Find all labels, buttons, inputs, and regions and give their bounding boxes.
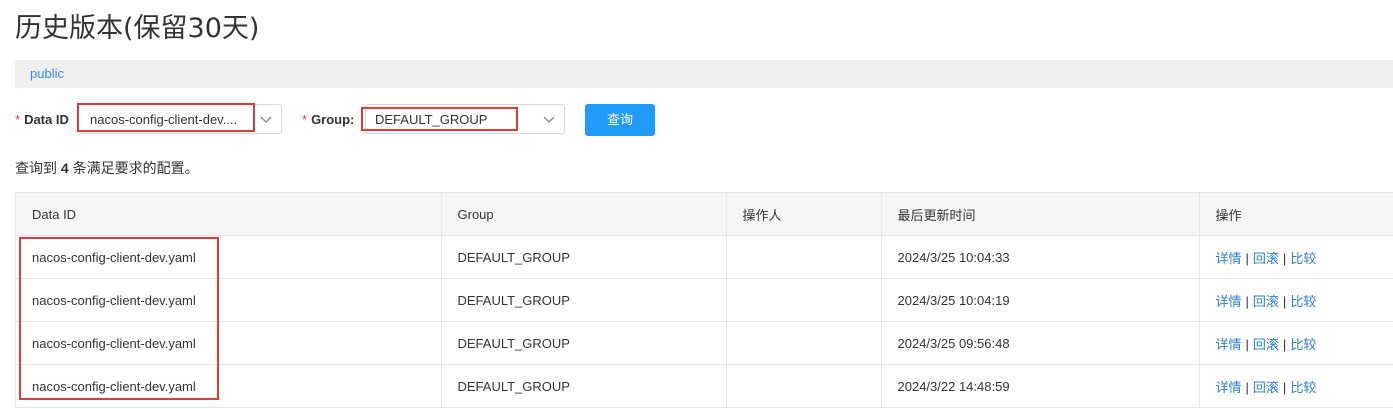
data-id-select[interactable]: nacos-config-client-dev.... bbox=[77, 104, 282, 134]
details-link[interactable]: 详情 bbox=[1216, 251, 1242, 266]
group-value: DEFAULT_GROUP bbox=[375, 112, 488, 127]
cell-group: DEFAULT_GROUP bbox=[441, 278, 727, 322]
details-link[interactable]: 详情 bbox=[1216, 337, 1242, 352]
separator: | bbox=[1282, 379, 1287, 395]
result-suffix: 条满足要求的配置。 bbox=[72, 160, 199, 176]
cell-updated: 2024/3/25 10:04:33 bbox=[881, 235, 1200, 279]
chevron-down-icon bbox=[260, 116, 272, 123]
group-select[interactable]: DEFAULT_GROUP bbox=[365, 104, 565, 134]
rollback-link[interactable]: 回滚 bbox=[1253, 380, 1279, 395]
cell-group: DEFAULT_GROUP bbox=[441, 235, 727, 279]
column-header-group: Group bbox=[441, 193, 727, 236]
namespace-bar: public bbox=[15, 60, 1393, 88]
cell-updated: 2024/3/25 09:56:48 bbox=[881, 321, 1200, 365]
query-button[interactable]: 查询 bbox=[585, 104, 655, 136]
separator: | bbox=[1245, 250, 1249, 266]
cell-operator bbox=[726, 321, 882, 365]
group-label: * Group: bbox=[302, 112, 354, 127]
compare-link[interactable]: 比较 bbox=[1290, 251, 1316, 266]
separator: | bbox=[1245, 336, 1249, 352]
separator: | bbox=[1282, 250, 1287, 266]
chevron-down-icon bbox=[543, 116, 555, 123]
cell-group: DEFAULT_GROUP bbox=[441, 321, 727, 365]
column-header-data-id: Data ID bbox=[16, 193, 442, 236]
details-link[interactable]: 详情 bbox=[1216, 294, 1242, 309]
data-id-label: * Data ID bbox=[15, 112, 69, 127]
rollback-link[interactable]: 回滚 bbox=[1253, 251, 1279, 266]
result-count: 4 bbox=[60, 160, 69, 176]
cell-actions: 详情 | 回滚 | 比较 bbox=[1199, 278, 1393, 322]
separator: | bbox=[1282, 293, 1287, 309]
data-id-label-text: Data ID bbox=[24, 112, 69, 127]
page-title: 历史版本(保留30天) bbox=[15, 13, 260, 44]
table-row: nacos-config-client-dev.yaml DEFAULT_GRO… bbox=[16, 364, 1393, 408]
compare-link[interactable]: 比较 bbox=[1290, 337, 1316, 352]
cell-actions: 详情 | 回滚 | 比较 bbox=[1199, 235, 1393, 279]
cell-updated: 2024/3/25 10:04:19 bbox=[881, 278, 1200, 322]
details-link[interactable]: 详情 bbox=[1216, 380, 1242, 395]
result-summary: 查询到 4 条满足要求的配置。 bbox=[15, 158, 199, 178]
column-header-actions: 操作 bbox=[1199, 193, 1393, 236]
separator: | bbox=[1282, 336, 1287, 352]
cell-actions: 详情 | 回滚 | 比较 bbox=[1199, 364, 1393, 408]
table-header-row: Data ID Group 操作人 最后更新时间 操作 bbox=[16, 193, 1393, 236]
compare-link[interactable]: 比较 bbox=[1290, 294, 1316, 309]
compare-link[interactable]: 比较 bbox=[1290, 380, 1316, 395]
namespace-public-link[interactable]: public bbox=[30, 66, 64, 81]
table-row: nacos-config-client-dev.yaml DEFAULT_GRO… bbox=[16, 235, 1393, 279]
column-header-updated: 最后更新时间 bbox=[881, 193, 1200, 236]
table-row: nacos-config-client-dev.yaml DEFAULT_GRO… bbox=[16, 321, 1393, 365]
cell-updated: 2024/3/22 14:48:59 bbox=[881, 364, 1200, 408]
column-header-operator: 操作人 bbox=[726, 193, 882, 236]
group-label-text: Group: bbox=[311, 112, 355, 127]
rollback-link[interactable]: 回滚 bbox=[1253, 337, 1279, 352]
cell-group: DEFAULT_GROUP bbox=[441, 364, 727, 408]
data-id-column-highlight-box bbox=[19, 237, 219, 400]
data-id-value: nacos-config-client-dev.... bbox=[90, 112, 238, 127]
separator: | bbox=[1245, 379, 1249, 395]
table-row: nacos-config-client-dev.yaml DEFAULT_GRO… bbox=[16, 278, 1393, 322]
rollback-link[interactable]: 回滚 bbox=[1253, 294, 1279, 309]
cell-operator bbox=[726, 235, 882, 279]
cell-operator bbox=[726, 364, 882, 408]
filter-form: * Data ID nacos-config-client-dev.... * Gr… bbox=[0, 103, 1393, 137]
history-page: 历史版本(保留30天) public * Data ID nacos-config… bbox=[0, 0, 1393, 409]
cell-actions: 详情 | 回滚 | 比较 bbox=[1199, 321, 1393, 365]
cell-operator bbox=[726, 278, 882, 322]
result-prefix: 查询到 bbox=[15, 160, 57, 176]
required-mark: * bbox=[302, 112, 308, 127]
separator: | bbox=[1245, 293, 1249, 309]
required-mark: * bbox=[15, 112, 21, 127]
history-table: Data ID Group 操作人 最后更新时间 操作 nacos-config… bbox=[15, 192, 1393, 408]
